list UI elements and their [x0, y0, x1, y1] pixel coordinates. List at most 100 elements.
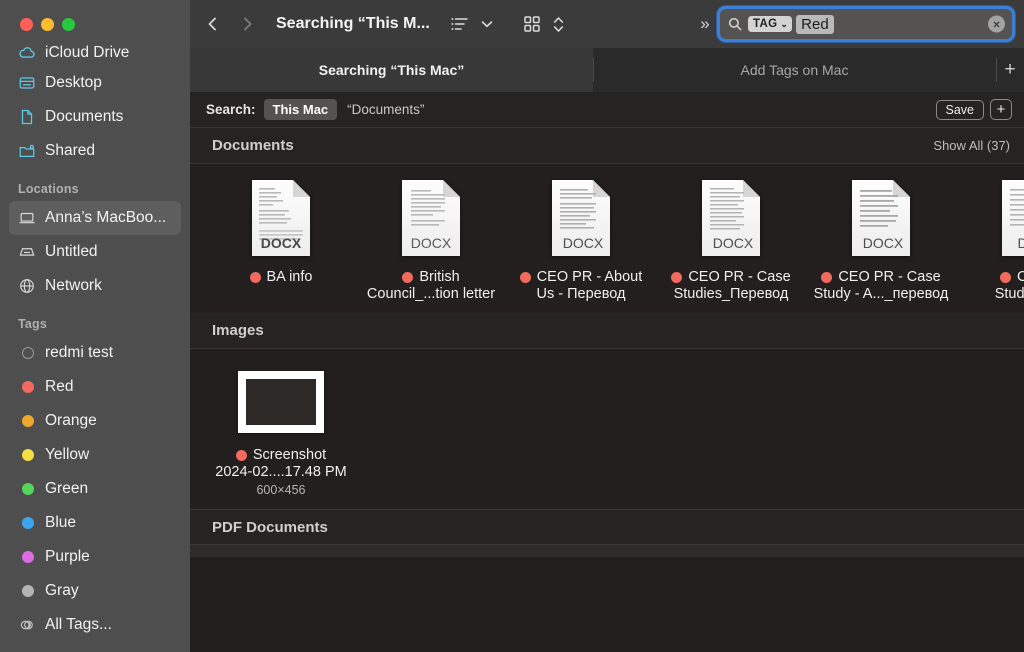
chevron-updown-icon[interactable] — [550, 9, 568, 39]
save-button[interactable]: Save — [935, 99, 984, 120]
sidebar-tag-gray[interactable]: Gray — [9, 574, 181, 608]
chevron-down-icon[interactable] — [478, 9, 496, 39]
sidebar-item-label: Network — [45, 277, 102, 294]
documents-row: DOCX BA info DOCX British Council_...tio… — [190, 164, 1024, 313]
sidebar-item-icloud-drive[interactable]: iCloud Drive — [9, 40, 181, 66]
svg-text:DOCX: DOCX — [261, 235, 302, 251]
file-item[interactable]: DOCX CEO PR - About Us - Перевод — [506, 178, 656, 303]
tag-dot-icon — [249, 272, 261, 283]
sidebar-scroll[interactable]: iCloud Drive Desktop Documents Shared Lo… — [0, 40, 190, 642]
tag-dot-icon — [17, 446, 36, 465]
minimize-button[interactable] — [41, 17, 54, 31]
list-view-icon[interactable] — [444, 9, 476, 39]
sidebar-item-label: Untitled — [45, 243, 98, 260]
image-dimensions: 600×456 — [256, 483, 306, 497]
sidebar-tag-red[interactable]: Red — [9, 370, 181, 404]
tag-dot-icon — [17, 480, 36, 499]
file-item[interactable]: DOCX British Council_...tion letter — [356, 178, 506, 303]
sidebar-item-label: iCloud Drive — [45, 44, 130, 61]
section-header-pdf-documents: PDF Documents — [190, 509, 1024, 545]
sidebar-item-label: Green — [45, 480, 89, 497]
tag-dot-icon — [519, 272, 531, 283]
file-item[interactable]: DOC CEO P Study - C... — [956, 178, 1024, 303]
zoom-button[interactable] — [62, 17, 75, 31]
file-name-line2: Study - C... — [994, 286, 1024, 302]
file-label: British Council_...tion letter — [367, 269, 495, 303]
sidebar-tag-yellow[interactable]: Yellow — [9, 438, 181, 472]
add-criteria-button[interactable]: + — [990, 99, 1012, 120]
file-label: CEO PR - About Us - Перевод — [519, 269, 643, 303]
section-title: Documents — [212, 137, 294, 154]
search-token-label: TAG — [753, 18, 778, 30]
search-value: Red — [796, 14, 834, 34]
tag-dot-icon — [235, 450, 247, 461]
file-item[interactable]: DOCX BA info — [206, 178, 356, 303]
forward-button[interactable] — [230, 7, 264, 41]
search-token-tag[interactable]: TAG ⌄ — [748, 16, 793, 32]
section-header-images: Images — [190, 313, 1024, 349]
tab-searching-this-mac[interactable]: Searching “This Mac” — [190, 48, 593, 92]
docx-file-icon: DOCX — [249, 178, 313, 258]
sidebar-tag-all-tags[interactable]: All Tags... — [9, 608, 181, 642]
sidebar-item-untitled[interactable]: Untitled — [9, 235, 181, 269]
sidebar-section-locations: Locations — [18, 182, 79, 196]
file-label: CEO P Study - C... — [995, 269, 1024, 303]
tab-label: Add Tags on Mac — [740, 62, 849, 78]
search-icon — [728, 17, 742, 31]
tab-bar: Searching “This Mac” Add Tags on Mac + — [190, 48, 1024, 92]
docx-file-icon: DOCX — [699, 178, 763, 258]
sidebar-item-label: Red — [45, 378, 74, 395]
sidebar-tag-redmi-test[interactable]: redmi test — [9, 336, 181, 370]
sidebar-item-desktop[interactable]: Desktop — [9, 66, 181, 100]
sidebar-item-label: Yellow — [45, 446, 90, 463]
clear-icon[interactable]: × — [988, 15, 1005, 33]
results-bottom-edge — [190, 545, 1024, 557]
sidebar-item-label: Blue — [45, 514, 77, 531]
toolbar-overflow-button[interactable]: » — [690, 14, 720, 34]
show-all-link[interactable]: Show All (37) — [933, 138, 1010, 153]
new-tab-button[interactable]: + — [996, 48, 1024, 92]
group-options-group — [516, 9, 568, 39]
section-header-documents: Documents Show All (37) — [190, 128, 1024, 164]
results-area[interactable]: Documents Show All (37) DOCX BA info DOC… — [190, 128, 1024, 652]
sidebar-item-documents[interactable]: Documents — [9, 100, 181, 134]
scope-this-mac-button[interactable]: This Mac — [263, 99, 338, 120]
sidebar-tag-purple[interactable]: Purple — [9, 540, 181, 574]
tag-dot-icon — [17, 412, 36, 431]
grid-view-icon[interactable] — [516, 9, 548, 39]
sidebar-item-label: Gray — [45, 582, 79, 599]
view-options-group — [444, 9, 496, 39]
main-pane: Searching “This M... » TAG ⌄ Red × Searc… — [190, 0, 1024, 652]
file-item[interactable]: DOCX CEO PR - Case Studies_Перевод — [656, 178, 806, 303]
finder-window: iCloud Drive Desktop Documents Shared Lo… — [0, 0, 1024, 652]
file-name: CEO PR - About — [536, 269, 643, 285]
sidebar-item-network[interactable]: Network — [9, 269, 181, 303]
scope-actions: Save + — [935, 99, 1012, 120]
scope-documents-button[interactable]: “Documents” — [347, 102, 424, 117]
sidebar-tag-green[interactable]: Green — [9, 472, 181, 506]
all-tags-icon — [17, 616, 36, 635]
search-input[interactable]: TAG ⌄ Red × — [720, 9, 1012, 39]
file-item[interactable]: DOCX CEO PR - Case Study - A..._перевод — [806, 178, 956, 303]
sidebar-item-label: Anna’s MacBoo... — [45, 209, 167, 226]
sidebar-section-tags: Tags — [18, 317, 48, 331]
close-button[interactable] — [20, 17, 33, 31]
sidebar-item-shared[interactable]: Shared — [9, 134, 181, 168]
toolbar: Searching “This M... » TAG ⌄ Red × — [190, 0, 1024, 48]
sidebar-item-label: redmi test — [45, 344, 114, 361]
sidebar-item-annas-macbook[interactable]: Anna’s MacBoo... — [9, 201, 181, 235]
file-item[interactable]: Screenshot 2024-02....17.48 PM 600×456 — [206, 371, 356, 499]
tag-dot-icon — [671, 272, 683, 283]
back-button[interactable] — [196, 7, 230, 41]
sidebar-tag-orange[interactable]: Orange — [9, 404, 181, 438]
tag-dot-icon — [999, 272, 1011, 283]
tab-add-tags-on-mac[interactable]: Add Tags on Mac — [593, 48, 996, 92]
svg-text:DOCX: DOCX — [713, 235, 754, 251]
tab-label: Searching “This Mac” — [318, 62, 465, 78]
file-name-line2: Council_...tion letter — [366, 286, 496, 302]
svg-text:DOC: DOC — [1017, 235, 1024, 251]
sidebar-item-label: Purple — [45, 548, 90, 565]
sidebar-tag-blue[interactable]: Blue — [9, 506, 181, 540]
file-name-line2: Us - Перевод — [536, 286, 626, 302]
shared-folder-icon — [17, 142, 36, 161]
